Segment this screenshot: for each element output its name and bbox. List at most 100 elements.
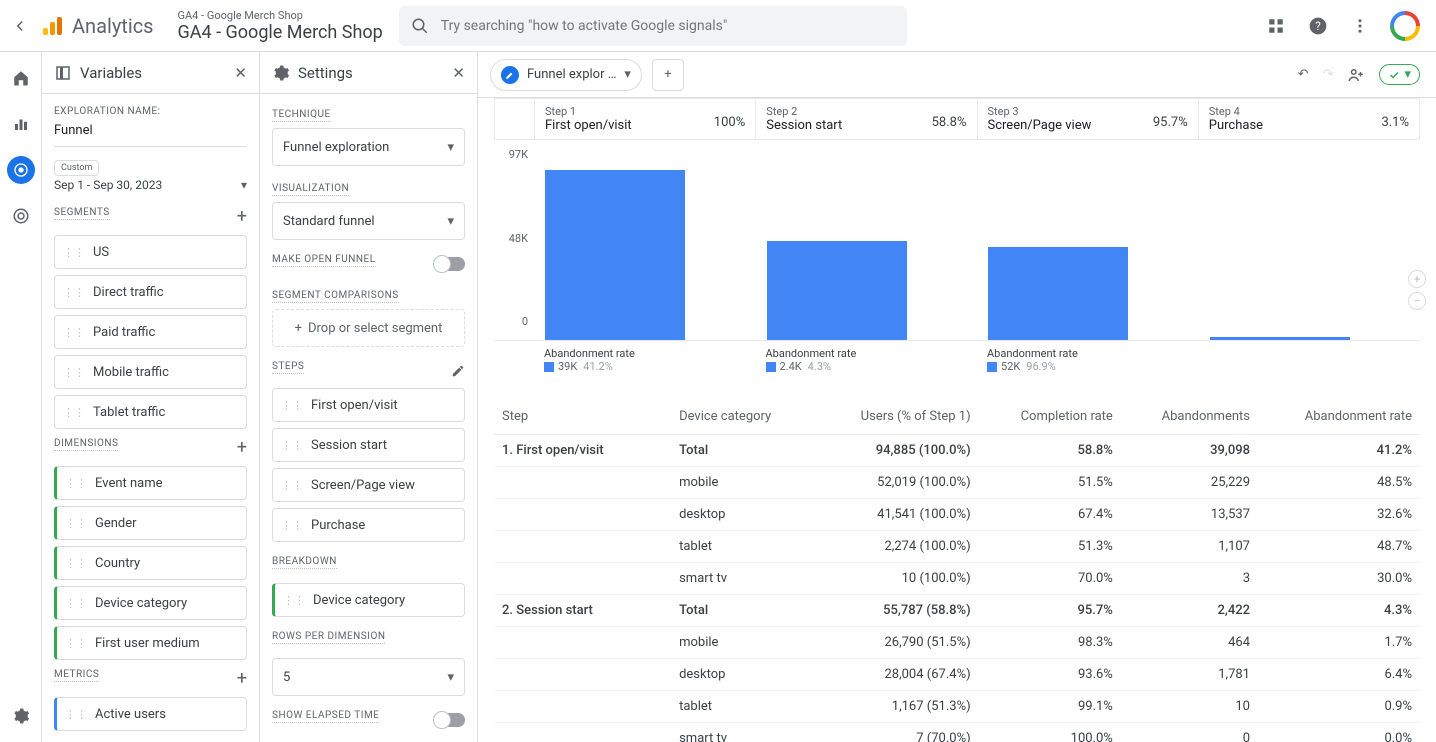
chevron-down-icon: ▾ [447,670,454,685]
table-header[interactable]: Step [494,399,671,435]
abandon-col: Abandonment rate39K41.2% [534,345,756,375]
undo-button[interactable]: ↶ [1298,67,1309,82]
add-tab-button[interactable]: + [652,59,684,91]
table-row[interactable]: mobile52,019 (100.0%)51.5%25,22948.5% [494,467,1420,499]
technique-value: Funnel exploration [283,140,389,155]
share-button[interactable] [1347,66,1365,84]
bar[interactable] [1210,337,1350,340]
chip-label: Paid traffic [93,325,155,340]
bar[interactable] [988,247,1128,341]
chip[interactable]: ⋮⋮Session start [272,428,465,462]
segment-drop-zone[interactable]: +Drop or select segment [272,309,465,347]
chip[interactable]: ⋮⋮Purchase [272,508,465,542]
variables-title: Variables [80,64,142,82]
make-open-toggle[interactable] [435,257,465,271]
chip[interactable]: ⋮⋮Screen/Page view [272,468,465,502]
action-icons: ↶ ↷ ▾ [1298,64,1436,85]
date-badge: Custom [54,160,99,176]
help-icon[interactable]: ? [1306,14,1330,38]
visualization-label: VISUALIZATION [272,183,349,196]
chip-label: US [93,245,109,260]
logo-text: Analytics [72,14,154,38]
tab-funnel[interactable]: Funnel explor … ▾ [490,59,642,91]
breadcrumb: GA4 - Google Merch Shop [178,9,383,22]
close-settings-button[interactable]: ✕ [452,64,465,82]
table-row[interactable]: desktop28,004 (67.4%)93.6%1,7816.4% [494,659,1420,691]
edit-steps-button[interactable] [451,364,465,378]
date-range-picker[interactable]: Sep 1 - Sep 30, 2023 ▾ [54,178,247,192]
table-header[interactable]: Abandonments [1121,399,1258,435]
chip-label: Gender [95,516,137,531]
table-row[interactable]: tablet1,167 (51.3%)99.1%100.9% [494,691,1420,723]
visualization-select[interactable]: Standard funnel▾ [272,202,465,240]
bar-col [534,140,756,340]
chip[interactable]: ⋮⋮Event name [54,466,247,500]
table-row[interactable]: mobile26,790 (51.5%)98.3%4641.7% [494,627,1420,659]
chip[interactable]: ⋮⋮Paid traffic [54,315,247,349]
reports-icon[interactable] [7,110,35,138]
table-header[interactable]: Abandonment rate [1258,399,1420,435]
analytics-logo-icon [40,14,64,38]
explore-icon[interactable] [7,156,35,184]
step-header: Step 3Screen/Page view95.7% [977,99,1198,139]
table-header[interactable]: Completion rate [979,399,1121,435]
chip-label: Event name [95,476,163,491]
table-row[interactable]: tablet2,274 (100.0%)51.3%1,10748.7% [494,531,1420,563]
table-row[interactable]: smart tv7 (70.0%)100.0%00.0% [494,723,1420,742]
table-header[interactable]: Users (% of Step 1) [813,399,978,435]
chip[interactable]: ⋮⋮Device category [54,586,247,620]
apps-icon[interactable] [1264,14,1288,38]
table-row[interactable]: 2. Session startTotal55,787 (58.8%)95.7%… [494,595,1420,627]
advertising-icon[interactable] [7,202,35,230]
chip[interactable]: ⋮⋮First user medium [54,626,247,660]
bar[interactable] [767,241,907,340]
rows-label: ROWS PER DIMENSION [272,631,385,644]
redo-button[interactable]: ↷ [1323,67,1334,82]
technique-select[interactable]: Funnel exploration▾ [272,128,465,166]
chip-label: Tablet traffic [93,405,165,420]
admin-icon[interactable] [7,702,35,730]
zoom-out-button[interactable]: − [1408,292,1426,310]
more-icon[interactable] [1348,14,1372,38]
elapsed-toggle[interactable] [435,713,465,727]
chip[interactable]: ⋮⋮US [54,235,247,269]
table-header[interactable]: Device category [671,399,813,435]
chip[interactable]: ⋮⋮Gender [54,506,247,540]
chip[interactable]: ⋮⋮Direct traffic [54,275,247,309]
bar-col [977,140,1199,340]
status-pill[interactable]: ▾ [1379,64,1420,85]
steps-label: STEPS [272,361,304,374]
table-row[interactable]: smart tv10 (100.0%)70.0%330.0% [494,563,1420,595]
breakdown-chip[interactable]: ⋮⋮Device category [272,583,465,617]
avatar[interactable] [1390,11,1420,41]
bar[interactable] [545,170,685,340]
title-block[interactable]: GA4 - Google Merch Shop GA4 - Google Mer… [178,9,383,43]
add-metric-button[interactable]: + [237,668,247,689]
chip[interactable]: ⋮⋮Mobile traffic [54,355,247,389]
expl-name-input[interactable]: Funnel [54,123,247,147]
chip-label: First user medium [95,636,200,651]
tab-name: Funnel explor … [527,67,616,82]
add-segment-button[interactable]: + [237,206,247,227]
add-dimension-button[interactable]: + [237,437,247,458]
close-variables-button[interactable]: ✕ [234,64,247,82]
funnel-chart: 97K48K0 + − [494,140,1420,340]
rows-select[interactable]: 5▾ [272,658,465,696]
table-row[interactable]: desktop41,541 (100.0%)67.4%13,53732.6% [494,499,1420,531]
back-button[interactable] [8,17,32,35]
home-icon[interactable] [7,64,35,92]
chip[interactable]: ⋮⋮Tablet traffic [54,395,247,429]
chip-label: Purchase [311,518,365,533]
search-bar[interactable] [399,6,907,46]
zoom-in-button[interactable]: + [1408,270,1426,288]
chip[interactable]: ⋮⋮First open/visit [272,388,465,422]
table-row[interactable]: 1. First open/visitTotal94,885 (100.0%)5… [494,435,1420,467]
rows-value: 5 [283,670,290,685]
chip[interactable]: ⋮⋮Active users [54,697,247,731]
chip[interactable]: ⋮⋮Country [54,546,247,580]
tab-row: Funnel explor … ▾ + ↶ ↷ ▾ [478,52,1436,98]
visualization-value: Standard funnel [283,214,375,229]
settings-panel: Settings ✕ TECHNIQUE Funnel exploration▾… [260,52,478,742]
step-header: Step 1First open/visit100% [534,99,755,139]
search-input[interactable] [441,18,895,34]
